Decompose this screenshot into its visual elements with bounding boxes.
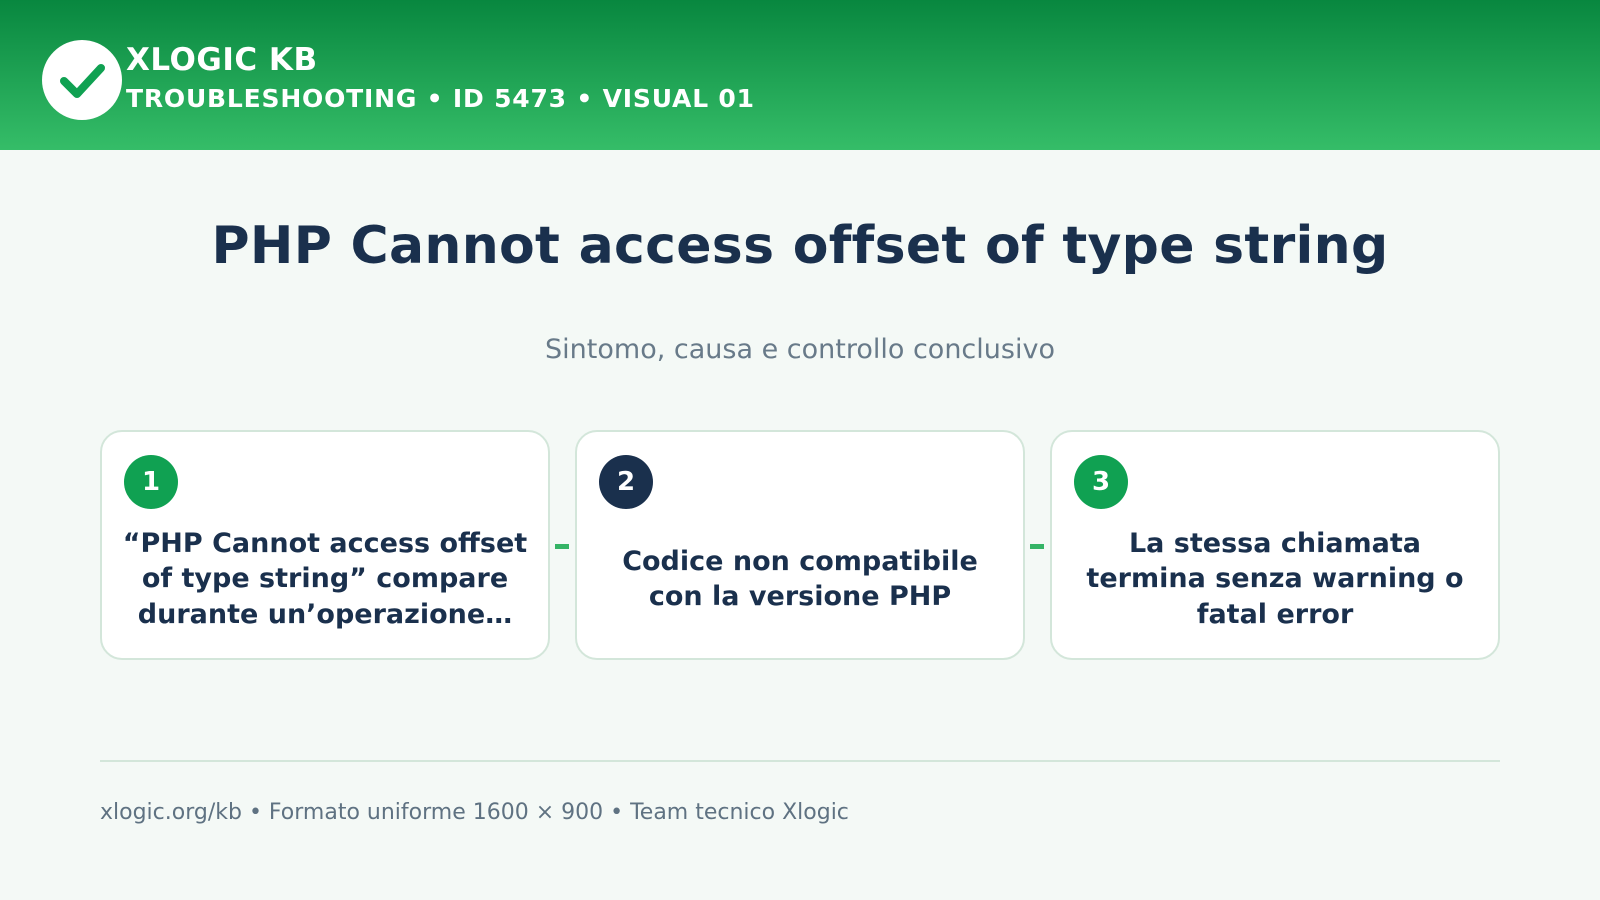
brand-logo: [42, 40, 122, 120]
footer-divider: [100, 760, 1500, 762]
footer-text: xlogic.org/kb • Formato uniforme 1600 × …: [100, 800, 849, 825]
page-title: PHP Cannot access offset of type string: [211, 216, 1389, 276]
step-badge-2: 2: [599, 455, 653, 509]
step-connector-2: [1030, 544, 1044, 549]
step-card-2: 2 Codice non compatibile con la versione…: [575, 430, 1025, 660]
step-text-1: “PHP Cannot access offset of type string…: [122, 528, 528, 630]
step-card-3: 3 La stessa chiamata termina senza warni…: [1050, 430, 1500, 660]
checkmark-icon: [60, 64, 105, 98]
header-banner: XLOGIC KB TROUBLESHOOTING • ID 5473 • VI…: [0, 0, 1600, 150]
infographic-page: XLOGIC KB TROUBLESHOOTING • ID 5473 • VI…: [0, 0, 1600, 900]
step-card-1: 1 “PHP Cannot access offset of type stri…: [100, 430, 550, 660]
step-text-2: Codice non compatibile con la versione P…: [622, 545, 978, 612]
step-connector-1: [555, 544, 569, 549]
step-text-3: La stessa chiamata termina senza warning…: [1086, 528, 1464, 630]
brand-subtitle: TROUBLESHOOTING • ID 5473 • VISUAL 01: [126, 84, 755, 113]
step-badge-3: 3: [1074, 455, 1128, 509]
page-subtitle: Sintomo, causa e controllo conclusivo: [545, 334, 1055, 365]
step-badge-1: 1: [124, 455, 178, 509]
brand-name: XLOGIC KB: [126, 42, 318, 78]
